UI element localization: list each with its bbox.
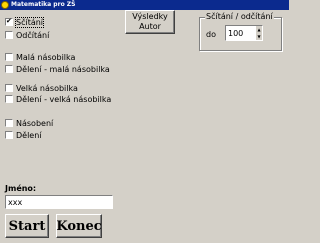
range-group-title: Sčítání / odčítání <box>205 12 274 21</box>
results-author-button[interactable]: Výsledky Autor <box>125 10 175 34</box>
author-label: Autor <box>139 22 161 31</box>
end-button[interactable]: Konec <box>56 214 102 238</box>
range-value[interactable]: 100 <box>228 29 243 38</box>
spin-up-arrow-icon[interactable]: ▲ <box>255 26 262 33</box>
start-label: Start <box>8 218 46 234</box>
checkbox-deleni-velka-nasobilka[interactable]: Dělení - velká násobilka <box>5 94 111 104</box>
checkbox-deleni[interactable]: Dělení <box>5 130 42 140</box>
checkbox-deleni-mala-nasobilka[interactable]: Dělení - malá násobilka <box>5 64 110 74</box>
checkbox-box[interactable] <box>5 119 13 127</box>
checkbox-box[interactable] <box>5 95 13 103</box>
range-to-label: do <box>206 30 216 39</box>
checkbox-label: Dělení - malá násobilka <box>16 64 110 74</box>
smiley-icon <box>1 1 9 9</box>
end-label: Konec <box>56 218 102 234</box>
name-input[interactable] <box>5 195 113 209</box>
checkbox-label: Dělení - velká násobilka <box>16 94 112 104</box>
checkbox-mala-nasobilka[interactable]: Malá násobilka <box>5 52 75 62</box>
range-spinbox[interactable]: 100 ▲ ▼ <box>225 25 263 41</box>
app-window: Matematika pro ZŠ Sčítání Odčítání Malá … <box>0 0 289 243</box>
checkbox-label: Odčítání <box>16 30 50 40</box>
checkbox-box[interactable] <box>5 31 13 39</box>
name-label: Jméno: <box>5 184 37 193</box>
spin-down-arrow-icon[interactable]: ▼ <box>255 33 262 40</box>
checkbox-box[interactable] <box>5 53 13 61</box>
start-button[interactable]: Start <box>5 214 49 238</box>
checkbox-velka-nasobilka[interactable]: Velká násobilka <box>5 83 78 93</box>
checkbox-box[interactable] <box>5 131 13 139</box>
checkbox-nasobeni[interactable]: Násobení <box>5 118 53 128</box>
checkbox-label: Sčítání <box>14 16 45 28</box>
checkbox-odcitani[interactable]: Odčítání <box>5 30 49 40</box>
checkbox-scitani[interactable]: Sčítání <box>5 16 45 28</box>
title-bar: Matematika pro ZŠ <box>0 0 289 10</box>
checkbox-label: Dělení <box>16 130 42 140</box>
checkbox-label: Velká násobilka <box>16 83 78 93</box>
checkbox-box[interactable] <box>5 65 13 73</box>
results-label: Výsledky <box>132 12 168 21</box>
checkbox-label: Násobení <box>16 118 54 128</box>
checkbox-box[interactable] <box>5 17 13 26</box>
checkbox-box[interactable] <box>5 84 13 92</box>
checkbox-label: Malá násobilka <box>16 52 76 62</box>
window-title: Matematika pro ZŠ <box>11 1 76 8</box>
